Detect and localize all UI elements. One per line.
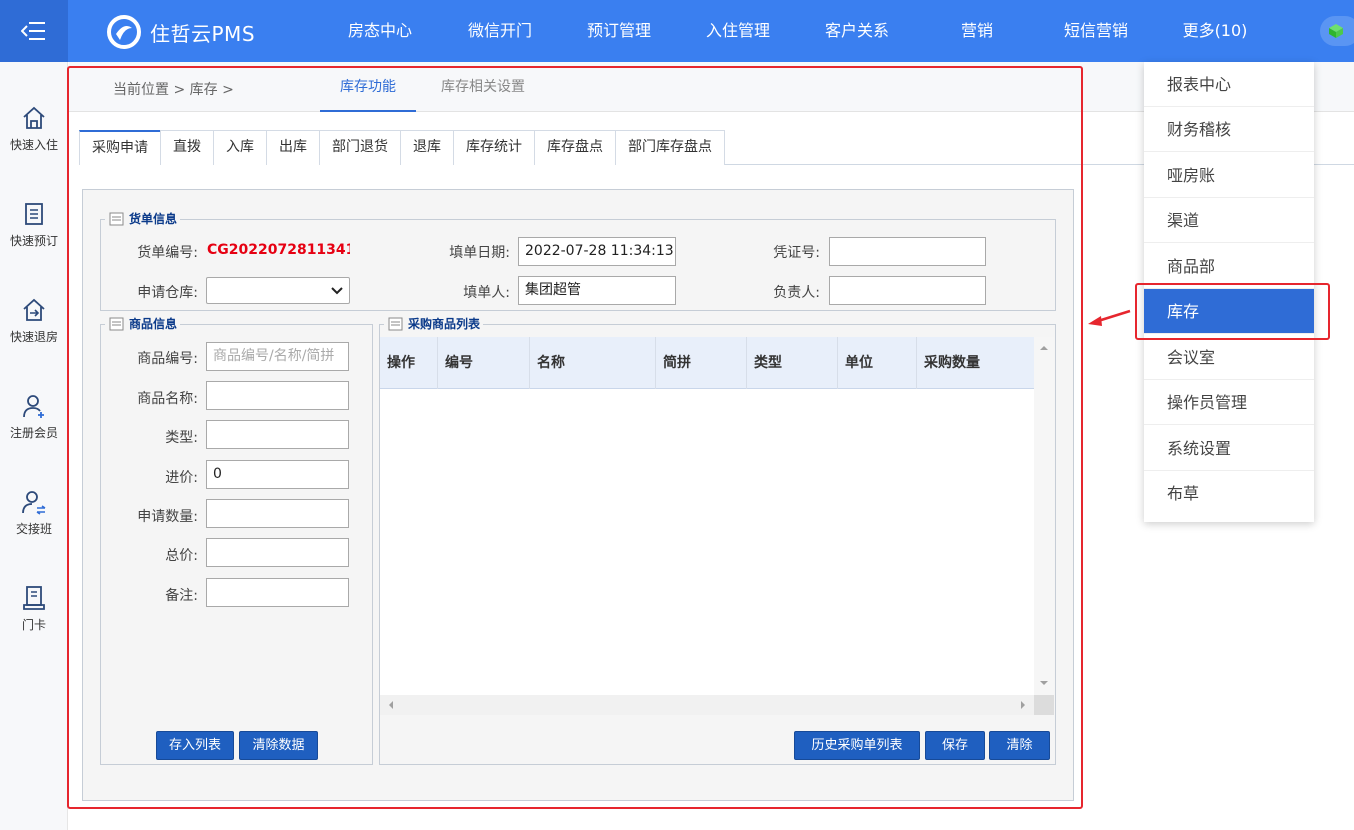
nav-marketing[interactable]: 营销 [927, 0, 1027, 62]
logo-icon [107, 15, 141, 49]
sidebar-item-label: 交接班 [15, 522, 52, 536]
top-bar: 住哲云PMS 房态中心 微信开门 预订管理 入住管理 客户关系 营销 短信营销 … [0, 0, 1354, 62]
nav-booking[interactable]: 预订管理 [569, 0, 669, 62]
sidebar-item-label: 快速退房 [9, 330, 58, 344]
sidebar-item-room-card[interactable]: 门卡 [0, 584, 68, 654]
nav-room-status[interactable]: 房态中心 [330, 0, 430, 62]
menu-collapse-icon [21, 22, 45, 40]
cube-icon [1329, 24, 1343, 38]
menu-item-dummy-account[interactable]: 哑房账 [1144, 153, 1314, 198]
menu-item-linen[interactable]: 布草 [1144, 471, 1314, 516]
sidebar-item-quick-checkout[interactable]: 快速退房 [0, 296, 68, 366]
sidebar-item-label: 快速预订 [9, 234, 58, 248]
nav-sms-marketing[interactable]: 短信营销 [1046, 0, 1146, 62]
nav-checkin[interactable]: 入住管理 [688, 0, 788, 62]
menu-item-reports[interactable]: 报表中心 [1144, 62, 1314, 107]
user-add-icon [23, 395, 44, 418]
menu-toggle-button[interactable] [0, 0, 68, 62]
menu-item-finance-audit[interactable]: 财务稽核 [1144, 107, 1314, 152]
highlight-box-inventory [1135, 283, 1330, 340]
nav-crm[interactable]: 客户关系 [807, 0, 907, 62]
card-icon [23, 586, 45, 610]
home-icon [23, 106, 45, 129]
sidebar-item-label: 快速入住 [9, 138, 58, 152]
sidebar-item-register-member[interactable]: 注册会员 [0, 392, 68, 462]
nav-wechat-unlock[interactable]: 微信开门 [450, 0, 550, 62]
menu-item-system-settings[interactable]: 系统设置 [1144, 426, 1314, 471]
user-pill[interactable] [1320, 16, 1354, 46]
nav-more[interactable]: 更多(10) [1165, 0, 1265, 62]
annotation-arrow-icon [1088, 309, 1131, 326]
user-swap-icon [22, 491, 46, 515]
sidebar-item-label: 门卡 [21, 618, 46, 632]
highlight-box-main [67, 66, 1083, 809]
home-exit-icon [23, 298, 45, 321]
logo-text: 住哲云PMS [150, 21, 256, 46]
app-logo[interactable]: 住哲云PMS [106, 14, 255, 50]
sidebar-item-quick-booking[interactable]: 快速预订 [0, 200, 68, 270]
menu-item-channels[interactable]: 渠道 [1144, 198, 1314, 243]
sidebar-item-shift-handover[interactable]: 交接班 [0, 488, 68, 558]
sidebar-item-label: 注册会员 [9, 426, 58, 440]
sidebar-item-quick-checkin[interactable]: 快速入住 [0, 104, 68, 174]
document-icon [25, 203, 43, 225]
left-sidebar: 快速入住 快速预订 快速退房 注册会员 交接班 门卡 [0, 62, 68, 830]
menu-item-operator-management[interactable]: 操作员管理 [1144, 380, 1314, 425]
menu-item-meeting-room[interactable]: 会议室 [1144, 335, 1314, 380]
